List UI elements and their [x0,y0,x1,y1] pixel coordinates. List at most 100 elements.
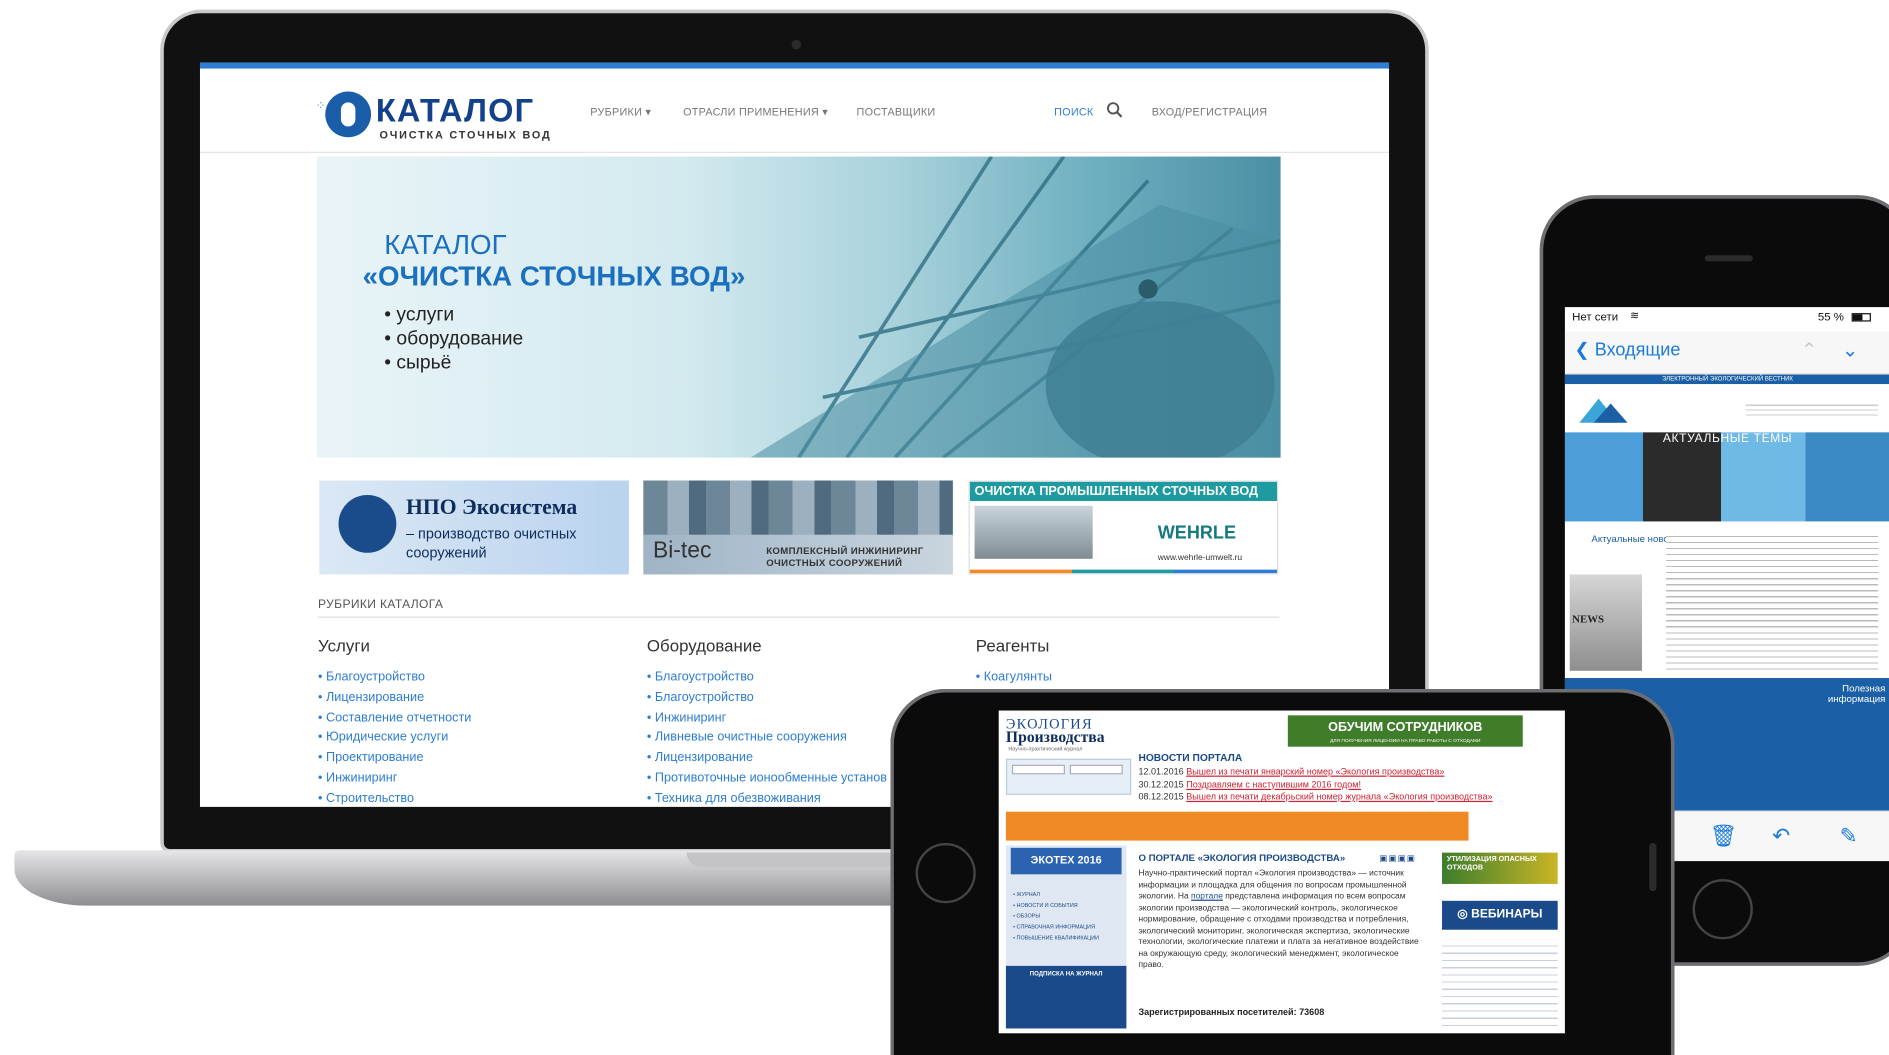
rubric-link[interactable]: Составление отчетности [318,708,471,728]
news-heading: НОВОСТИ ПОРТАЛА [1138,751,1243,764]
nav-search[interactable]: ПОИСК [1054,106,1093,118]
reply-icon[interactable]: ↶ [1772,824,1790,849]
nav-rubrics[interactable]: РУБРИКИ ▾ [590,106,651,119]
rubric-link[interactable]: Проектирование [318,748,471,768]
ecosystem-title: НПО Экосистема [405,494,578,520]
hero-kicker: КАТАЛОГ [384,228,507,261]
ecotech-banner[interactable]: ЭКОТЕХ 2016 [1010,847,1122,875]
nav-login[interactable]: ВХОД/РЕГИСТРАЦИЯ [1152,106,1268,118]
nav-industries[interactable]: ОТРАСЛИ ПРИМЕНЕНИЯ ▾ [683,106,828,119]
news-link[interactable]: Поздравляем с наступившим 2016 годом! [1186,779,1361,790]
news-date: 12.01.2016 [1138,765,1184,777]
logo-title[interactable]: КАТАЛОГ [376,93,534,130]
rubric-col-services-list: Благоустройство Лицензирование Составлен… [318,667,471,807]
newsletter-header: ЭЛЕКТРОННЫЙ ЭКОЛОГИЧЕСКИЙ ВЕСТНИК [1564,374,1889,385]
phone-portrait-home-button[interactable] [1692,879,1753,940]
hero-banner[interactable]: КАТАЛОГ «ОЧИСТКА СТОЧНЫХ ВОД» • услуги •… [316,156,1281,458]
rubric-col-equipment-title: Оборудование [646,635,762,656]
sidebar-link[interactable]: • ОБЗОРЫ [1013,910,1099,921]
topics-label: АКТУАЛЬНЫЕ ТЕМЫ [1662,432,1793,446]
news-text-lines [1666,531,1879,671]
rubric-link[interactable]: Техника для обезвоживания [647,789,887,807]
sidebar-link[interactable]: • ПОВЫШЕНИЕ КВАЛИФИКАЦИИ [1013,932,1099,943]
ecosystem-logo-icon [338,494,397,553]
orange-menu-bar[interactable] [1005,811,1469,841]
wifi-icon: ≋ [1629,309,1640,322]
news-label: NEWS [1572,612,1605,626]
rubric-link[interactable]: Инжиниринг [318,768,471,788]
rubrics-heading: РУБРИКИ КАТАЛОГА [318,598,444,612]
news-list: 12.01.2016 Вышел из печати январский ном… [1138,766,1492,804]
webinars-button[interactable]: ◎ ВЕБИНАРЫ [1442,900,1558,930]
newsletter-logo-icon [1579,398,1628,423]
site-header: ⁘ КАТАЛОГ ОЧИСТКА СТОЧНЫХ ВОД РУБРИКИ ▾ … [199,68,1390,153]
topics-banner[interactable] [1564,432,1889,522]
ad-banner-wehrle[interactable]: ОЧИСТКА ПРОМЫШЛЕННЫХ СТОЧНЫХ ВОД WEHRLE … [968,480,1279,575]
rubric-link[interactable]: Лицензирование [647,748,887,768]
share-icons[interactable]: ▣▣▣▣ [1379,854,1416,863]
subscribe-box[interactable]: ПОДПИСКА НА ЖУРНАЛ [1005,965,1127,1029]
ad-banner-ecosystem[interactable]: НПО Экосистема – производство очистных с… [319,480,629,575]
news-date: 30.12.2015 [1138,778,1184,790]
mail-nav-bar: ❮ Входящие ⌃ ⌄ [1564,331,1889,375]
rubric-link[interactable]: Противоточные ионообменные установ [647,768,887,788]
rubric-link[interactable]: Строительство [318,789,471,807]
chevron-up-icon[interactable]: ⌃ [1801,338,1817,362]
rubric-link[interactable]: Благоустройство [647,667,887,687]
rubrics-divider [318,616,1280,618]
rubric-col-services-title: Услуги [318,635,370,656]
news-item: 08.12.2015 Вышел из печати декабрьский н… [1138,791,1492,804]
news-link[interactable]: Вышел из печати декабрьский номер журнал… [1186,791,1492,802]
hero-list: • услуги • оборудование • сырьё [384,303,523,375]
hero-title: «ОЧИСТКА СТОЧНЫХ ВОД» [362,260,746,292]
sidebar-link[interactable]: • ЖУРНАЛ [1013,889,1099,900]
rubric-link[interactable]: Инжиниринг [647,708,887,728]
news-link[interactable]: Вышел из печати январский номер «Экологи… [1186,766,1444,777]
phone-landscape-home-button[interactable] [915,843,976,904]
ad-banner-bitec[interactable]: Bi-tec КОМПЛЕКСНЫЙ ИНЖИНИРИНГ ОЧИСТНЫХ С… [643,480,953,575]
laptop-notch [686,852,899,868]
sidebar-links: • ЖУРНАЛ • НОВОСТИ И СОБЫТИЯ • ОБЗОРЫ • … [1013,889,1099,943]
rubric-link[interactable]: Ливневые очистные сооружения [647,728,887,748]
subscribe-label: ПОДПИСКА НА ЖУРНАЛ [1029,970,1103,978]
login-input[interactable] [1011,764,1065,775]
hero-item-equipment: • оборудование [384,328,524,350]
password-input[interactable] [1069,764,1123,775]
back-button[interactable]: ❮ Входящие [1575,338,1681,360]
news-item: 30.12.2015 Поздравляем с наступившим 201… [1138,779,1492,792]
sidebar-link[interactable]: • НОВОСТИ И СОБЫТИЯ [1013,900,1099,911]
rubric-link[interactable]: Лицензирование [318,687,471,707]
search-icon[interactable] [1106,101,1123,118]
login-form[interactable] [1005,758,1132,795]
rubric-link[interactable]: Коагулянты [976,667,1052,687]
about-portal-link[interactable]: портале [1191,892,1223,900]
wehrle-brand: WEHRLE [1157,522,1237,544]
compose-icon[interactable]: ✎ [1840,824,1858,849]
chevron-down-icon[interactable]: ⌄ [1842,338,1858,362]
portal-tagline: Научно-практический журнал [1008,745,1083,752]
wehrle-photo [974,505,1093,559]
training-banner-sub: ДЛЯ ПОЛУЧЕНИЯ ЛИЦЕНЗИИ НА ПРАВО РАБОТЫ С… [1330,737,1481,744]
rubric-link[interactable]: Благоустройство [647,687,887,707]
wehrle-url: www.wehrle-umwelt.ru [1157,553,1243,563]
nav-suppliers[interactable]: ПОСТАВЩИКИ [857,106,936,118]
rubric-col-equipment-list: Благоустройство Благоустройство Инжинири… [647,667,887,807]
rubric-link[interactable]: Юридические услуги [318,728,471,748]
newsletter-brand-text [1745,401,1879,418]
rubric-link[interactable]: Благоустройство [318,667,471,687]
rubric-col-reagents-title: Реагенты [975,635,1050,656]
trash-icon[interactable]: 🗑 [1709,824,1737,849]
portal-logo-line2[interactable]: Производства [1006,727,1105,746]
status-bar: Нет сети ≋ 55 % [1565,307,1889,329]
phone-landscape-speaker [1649,843,1657,892]
sidebar-link[interactable]: • СПРАВОЧНАЯ ИНФОРМАЦИЯ [1013,921,1099,932]
bitec-photo [643,480,953,535]
news-date: 08.12.2015 [1138,791,1184,803]
logo-dots-icon: ⁘ [315,99,326,114]
carrier-status: Нет сети [1572,310,1619,324]
catalog-logo-icon[interactable] [325,91,372,138]
visitor-counter: Зарегистрированных посетителей: 73608 [1138,1006,1325,1018]
right-column-news [1442,939,1558,1029]
waste-banner[interactable]: УТИЛИЗАЦИЯ ОПАСНЫХ ОТХОДОВ [1442,852,1558,884]
newsletter-brand [1564,384,1889,433]
